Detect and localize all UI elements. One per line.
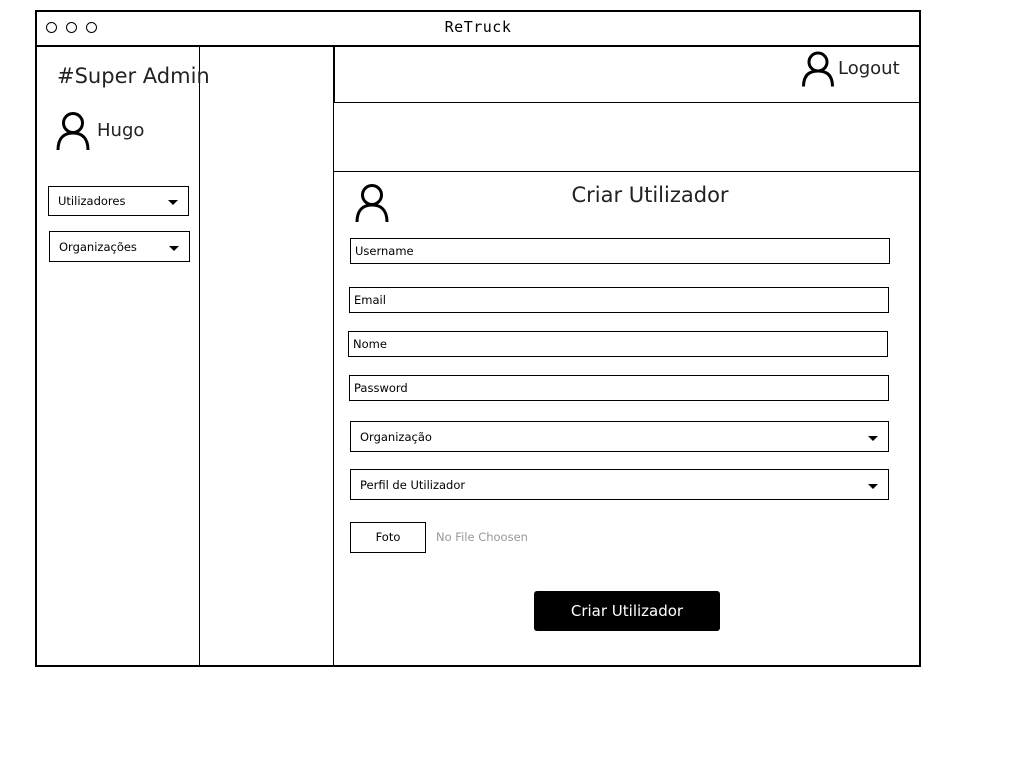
select-value: Perfil de Utilizador <box>360 477 466 492</box>
perfil-select[interactable]: Perfil de Utilizador <box>350 469 889 500</box>
page-title: Criar Utilizador <box>571 183 729 207</box>
username-field[interactable] <box>350 238 890 264</box>
password-field[interactable] <box>349 375 889 401</box>
caret-down-icon <box>168 200 178 205</box>
caret-down-icon <box>169 245 179 251</box>
logout-link[interactable]: Logout <box>838 58 900 79</box>
user-name: Hugo <box>97 120 145 141</box>
create-user-button[interactable]: Criar Utilizador <box>534 591 720 631</box>
sidebar-menu-utilizadores[interactable]: Utilizadores <box>48 186 189 216</box>
sidebar-menu-label: Organizações <box>59 239 137 254</box>
user-icon[interactable] <box>801 51 835 87</box>
foto-upload-button[interactable]: Foto <box>350 522 426 553</box>
nome-input[interactable] <box>349 332 887 356</box>
email-input[interactable] <box>350 288 888 312</box>
title-bar: ReTruck <box>35 10 921 47</box>
nome-field[interactable] <box>348 331 888 357</box>
sidebar-menu-organizacoes[interactable]: Organizações <box>49 231 190 262</box>
password-input[interactable] <box>350 376 888 400</box>
caret-down-icon <box>868 483 878 489</box>
file-status-text: No File Choosen <box>436 530 528 544</box>
app-title: ReTruck <box>444 18 512 36</box>
email-field[interactable] <box>349 287 889 313</box>
organizacao-select[interactable]: Organização <box>350 421 889 452</box>
user-icon <box>354 183 390 223</box>
select-value: Organização <box>360 429 432 444</box>
user-icon <box>55 111 91 151</box>
username-input[interactable] <box>351 239 889 263</box>
sidebar-menu-label: Utilizadores <box>58 194 126 208</box>
role-label: #Super Admin <box>57 64 210 88</box>
right-border <box>920 103 921 172</box>
caret-down-icon <box>868 435 878 441</box>
